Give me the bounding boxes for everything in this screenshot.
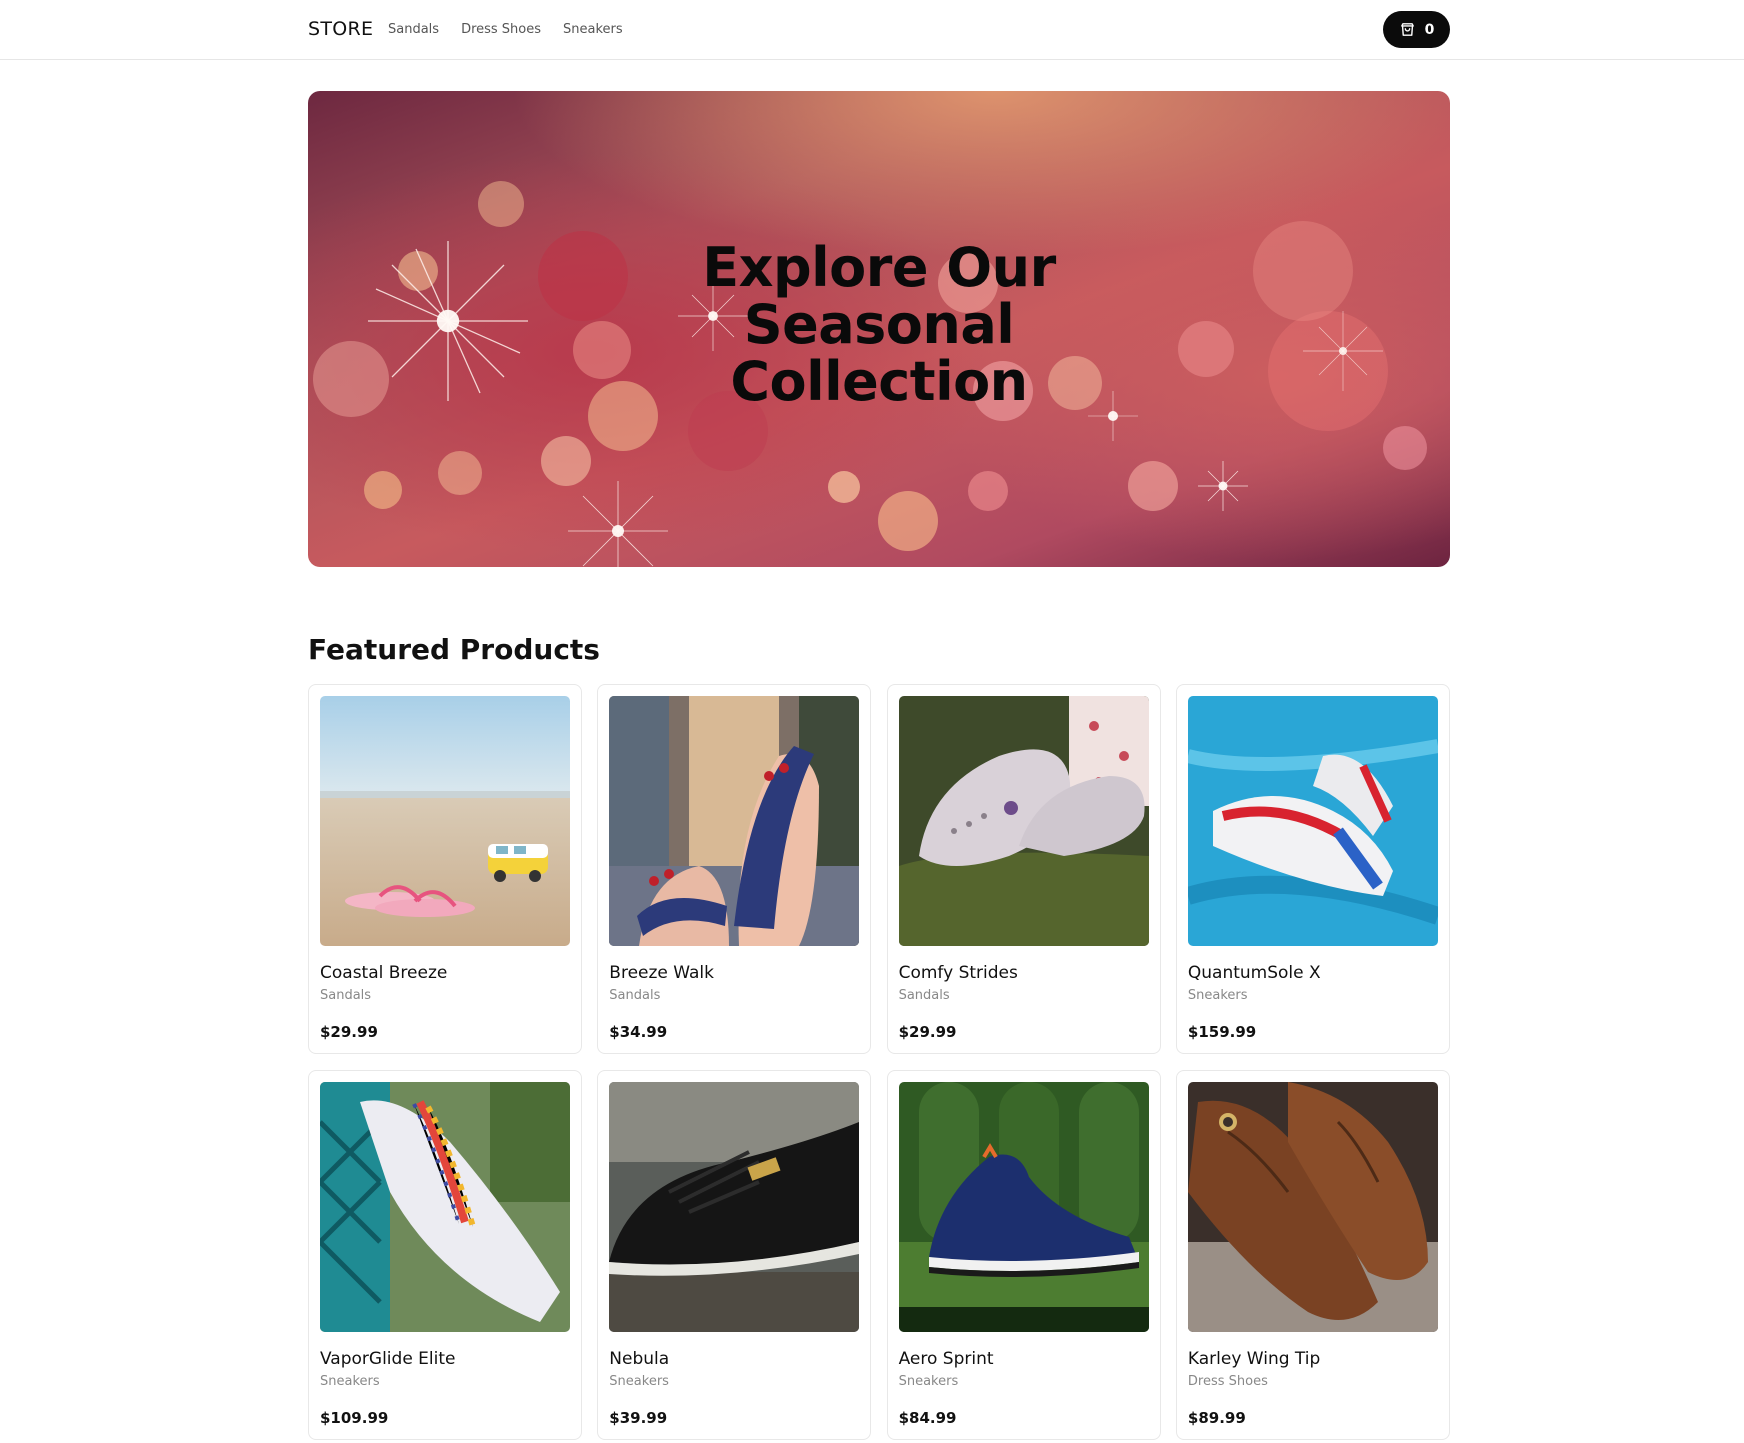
product-name[interactable]: Coastal Breeze [320, 963, 447, 983]
product-image[interactable] [320, 696, 570, 946]
nav-link-sandals[interactable]: Sandals [388, 22, 439, 37]
product-category: Sneakers [320, 1374, 380, 1389]
sparkle-light [1198, 461, 1248, 511]
bokeh-light [878, 491, 938, 551]
product-name[interactable]: QuantumSole X [1188, 963, 1321, 983]
main-nav: Sandals Dress Shoes Sneakers [388, 22, 623, 37]
product-name[interactable]: Nebula [609, 1349, 669, 1369]
product-card[interactable]: VaporGlide Elite Sneakers $109.99 [308, 1070, 582, 1440]
hero-title-line: Seasonal [743, 293, 1015, 356]
product-name[interactable]: Breeze Walk [609, 963, 714, 983]
product-card[interactable]: Karley Wing Tip Dress Shoes $89.99 [1175, 1070, 1450, 1440]
product-category: Sandals [609, 988, 661, 1003]
product-category: Dress Shoes [1187, 1374, 1268, 1389]
nav-link-sneakers[interactable]: Sneakers [563, 22, 623, 37]
product-name[interactable]: Comfy Strides [899, 963, 1018, 983]
store-logo[interactable]: STORE [308, 18, 373, 40]
bokeh-light [968, 471, 1008, 511]
bokeh-light [478, 181, 524, 227]
bokeh-light [364, 471, 402, 509]
product-card[interactable]: Nebula Sneakers $39.99 [597, 1070, 872, 1440]
bokeh-light [828, 471, 860, 503]
product-name[interactable]: VaporGlide Elite [320, 1349, 456, 1369]
product-price: $84.99 [898, 1409, 957, 1427]
product-category: Sneakers [609, 1374, 669, 1389]
product-category: Sneakers [1187, 988, 1248, 1003]
product-name[interactable]: Aero Sprint [899, 1349, 994, 1369]
product-name[interactable]: Karley Wing Tip [1188, 1349, 1320, 1369]
product-price: $109.99 [320, 1409, 389, 1427]
product-grid: Coastal Breeze Sandals $29.99 Breeze Wal… [308, 684, 1450, 1440]
product-category: Sandals [898, 988, 950, 1003]
product-image[interactable] [1187, 1082, 1438, 1332]
cart-button[interactable]: 0 [1383, 11, 1450, 48]
bokeh-light [438, 451, 482, 495]
product-image[interactable] [609, 1082, 860, 1332]
bokeh-light [1383, 426, 1427, 470]
product-price: $39.99 [609, 1409, 668, 1427]
sparkle-light [568, 481, 668, 567]
product-card[interactable]: Coastal Breeze Sandals $29.99 [308, 684, 582, 1054]
hero-title-line: Collection [730, 350, 1028, 413]
product-image[interactable] [898, 696, 1149, 946]
featured-products-heading: Featured Products [308, 633, 600, 666]
product-price: $29.99 [320, 1023, 378, 1041]
hero-title-line: Explore Our [702, 236, 1056, 299]
product-card[interactable]: Comfy Strides Sandals $29.99 [886, 684, 1161, 1054]
product-price: $89.99 [1187, 1409, 1246, 1427]
product-price: $34.99 [609, 1023, 668, 1041]
cart-count: 0 [1424, 21, 1435, 38]
product-image[interactable] [1187, 696, 1438, 946]
product-category: Sneakers [898, 1374, 959, 1389]
product-image[interactable] [320, 1082, 570, 1332]
product-image[interactable] [609, 696, 860, 946]
hero-title: Explore Our Seasonal Collection [308, 239, 1450, 410]
shopping-bag-icon [1400, 23, 1414, 36]
bokeh-light [1128, 461, 1178, 511]
product-price: $159.99 [1187, 1023, 1257, 1041]
bokeh-light [541, 436, 591, 486]
product-price: $29.99 [898, 1023, 957, 1041]
product-card[interactable]: Aero Sprint Sneakers $84.99 [886, 1070, 1161, 1440]
site-header: STORE Sandals Dress Shoes Sneakers 0 [0, 0, 1744, 60]
product-card[interactable]: QuantumSole X Sneakers $159.99 [1175, 684, 1450, 1054]
product-card[interactable]: Breeze Walk Sandals $34.99 [597, 684, 872, 1054]
product-category: Sandals [320, 988, 372, 1003]
product-image[interactable] [898, 1082, 1149, 1332]
hero-banner: Explore Our Seasonal Collection [308, 91, 1450, 567]
nav-link-dress-shoes[interactable]: Dress Shoes [461, 22, 541, 37]
